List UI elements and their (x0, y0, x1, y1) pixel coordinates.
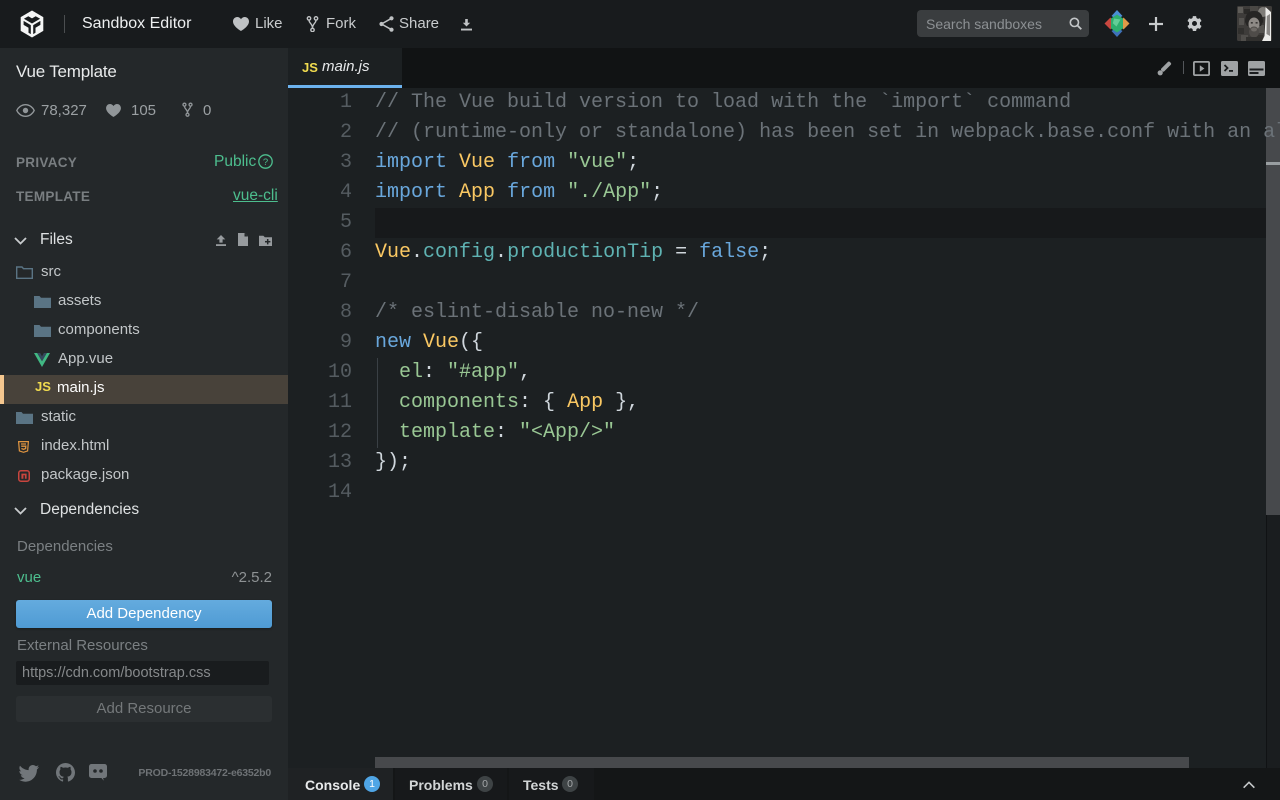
svg-text:?: ? (263, 157, 268, 168)
